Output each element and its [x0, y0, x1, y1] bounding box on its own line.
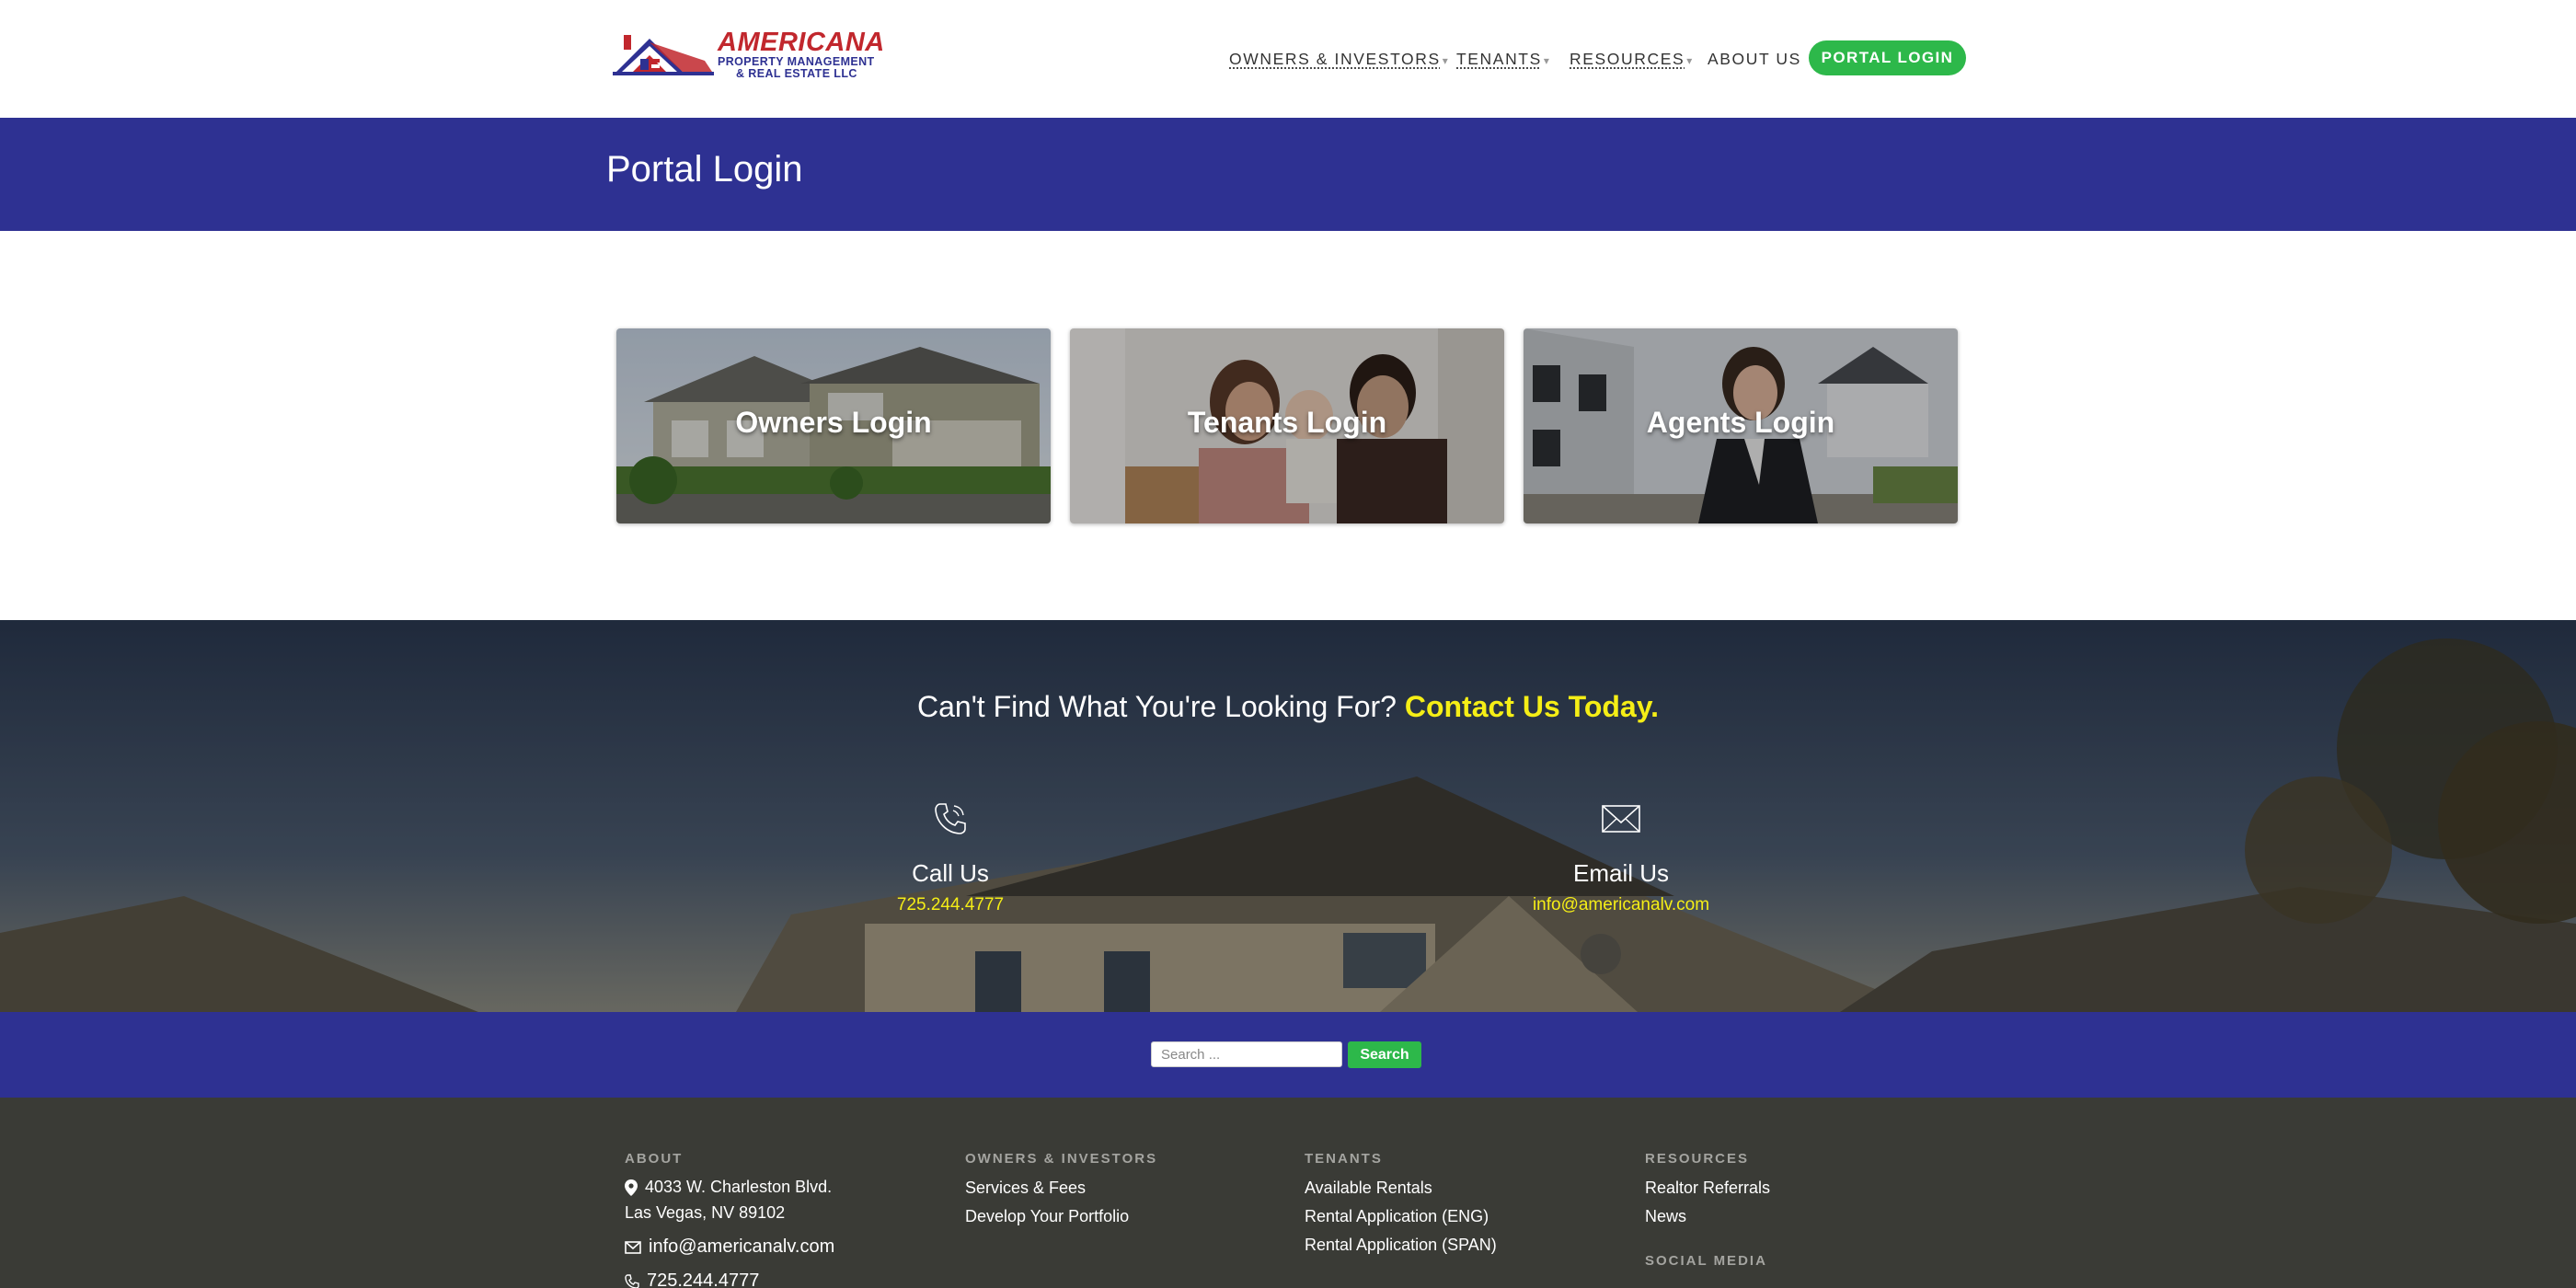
search-input[interactable] — [1151, 1041, 1342, 1067]
site-footer: ABOUT 4033 W. Charleston Blvd. Las Vegas… — [0, 1098, 2576, 1288]
footer-link-available-rentals[interactable]: Available Rentals — [1305, 1174, 1497, 1202]
footer-resources-column: RESOURCES Realtor Referrals News SOCIAL … — [1645, 1151, 1770, 1276]
footer-address-line1: 4033 W. Charleston Blvd. — [625, 1174, 834, 1200]
owners-login-card[interactable]: Owners Login — [616, 328, 1051, 523]
logo-house-flag-icon — [613, 35, 714, 75]
phone-icon — [625, 1274, 639, 1288]
tenants-login-label: Tenants Login — [1187, 406, 1387, 439]
tenants-login-card[interactable]: Tenants Login — [1070, 328, 1504, 523]
nav-owners-investors-label: OWNERS & INVESTORS — [1229, 50, 1441, 68]
chevron-down-icon: ▾ — [1442, 54, 1448, 67]
call-us-phone-link[interactable]: 725.244.4777 — [766, 895, 1134, 915]
search-button[interactable]: Search — [1348, 1041, 1421, 1068]
footer-link-rental-application-eng[interactable]: Rental Application (ENG) — [1305, 1202, 1497, 1231]
logo-subtitle-2: & REAL ESTATE LLC — [736, 67, 857, 80]
footer-address-line2: Las Vegas, NV 89102 — [625, 1203, 786, 1222]
contact-headline: Can't Find What You're Looking For? Cont… — [0, 690, 2576, 724]
contact-headline-prefix: Can't Find What You're Looking For? — [916, 690, 1397, 723]
nav-about-us-label: ABOUT US — [1708, 50, 1801, 68]
map-pin-icon — [625, 1179, 638, 1197]
logo-subtitle: PROPERTY MANAGEMENT — [718, 55, 875, 68]
footer-owners-column: OWNERS & INVESTORS Services & Fees Devel… — [965, 1151, 1157, 1231]
footer-phone-text: 725.244.4777 — [647, 1271, 760, 1288]
footer-about-heading: ABOUT — [625, 1151, 684, 1167]
contact-headline-highlight[interactable]: Contact Us Today. — [1405, 690, 1659, 723]
footer-owners-heading: OWNERS & INVESTORS — [965, 1151, 1158, 1167]
chevron-down-icon: ▾ — [1543, 54, 1549, 67]
page-title: Portal Login — [606, 149, 803, 190]
nav-resources[interactable]: RESOURCES ▾ — [1570, 41, 1692, 76]
neighborhood-photo — [0, 620, 2576, 1012]
page-title-bar: Portal Login — [0, 118, 2576, 231]
footer-address-line1-text: 4033 W. Charleston Blvd. — [645, 1178, 833, 1196]
footer-link-services-fees[interactable]: Services & Fees — [965, 1174, 1157, 1202]
phone-icon — [935, 803, 966, 834]
owners-login-label: Owners Login — [735, 406, 932, 439]
search-bar: Search — [0, 1012, 2576, 1098]
logo-wordmark: AMERICANA — [718, 28, 885, 57]
footer-email[interactable]: info@americanalv.com — [625, 1236, 834, 1258]
footer-link-rental-application-span[interactable]: Rental Application (SPAN) — [1305, 1231, 1497, 1259]
agents-login-card[interactable]: Agents Login — [1524, 328, 1958, 523]
email-us-link[interactable]: info@americanalv.com — [1437, 895, 1805, 915]
footer-link-news[interactable]: News — [1645, 1202, 1770, 1231]
email-us-block: Email Us info@americanalv.com — [1437, 800, 1805, 915]
footer-link-develop-portfolio[interactable]: Develop Your Portfolio — [965, 1202, 1157, 1231]
call-us-block: Call Us 725.244.4777 — [766, 800, 1134, 915]
contact-section: Can't Find What You're Looking For? Cont… — [0, 620, 2576, 1012]
site-logo[interactable]: AMERICANA PROPERTY MANAGEMENT & REAL EST… — [613, 26, 898, 80]
footer-social-heading: SOCIAL MEDIA — [1645, 1253, 1767, 1269]
nav-tenants[interactable]: TENANTS ▾ — [1456, 41, 1549, 76]
footer-email-text: info@americanalv.com — [649, 1236, 835, 1257]
chevron-down-icon: ▾ — [1686, 54, 1693, 67]
envelope-icon — [1602, 805, 1640, 833]
call-us-heading: Call Us — [912, 859, 989, 887]
nav-resources-label: RESOURCES — [1570, 50, 1685, 68]
footer-resources-heading: RESOURCES — [1645, 1151, 1750, 1167]
footer-about-column: ABOUT 4033 W. Charleston Blvd. Las Vegas… — [625, 1151, 834, 1288]
nav-owners-investors[interactable]: OWNERS & INVESTORS ▾ — [1229, 41, 1448, 76]
footer-tenants-column: TENANTS Available Rentals Rental Applica… — [1305, 1151, 1497, 1259]
site-header: AMERICANA PROPERTY MANAGEMENT & REAL EST… — [0, 0, 2576, 118]
footer-phone[interactable]: 725.244.4777 — [625, 1271, 834, 1288]
portal-login-button[interactable]: PORTAL LOGIN — [1809, 40, 1966, 75]
nav-about-us[interactable]: ABOUT US — [1708, 41, 1801, 76]
envelope-icon — [625, 1240, 641, 1254]
nav-tenants-label: TENANTS — [1456, 50, 1542, 68]
footer-link-realtor-referrals[interactable]: Realtor Referrals — [1645, 1174, 1770, 1202]
email-us-heading: Email Us — [1572, 859, 1669, 887]
agents-login-label: Agents Login — [1646, 406, 1835, 439]
footer-tenants-heading: TENANTS — [1305, 1151, 1383, 1167]
